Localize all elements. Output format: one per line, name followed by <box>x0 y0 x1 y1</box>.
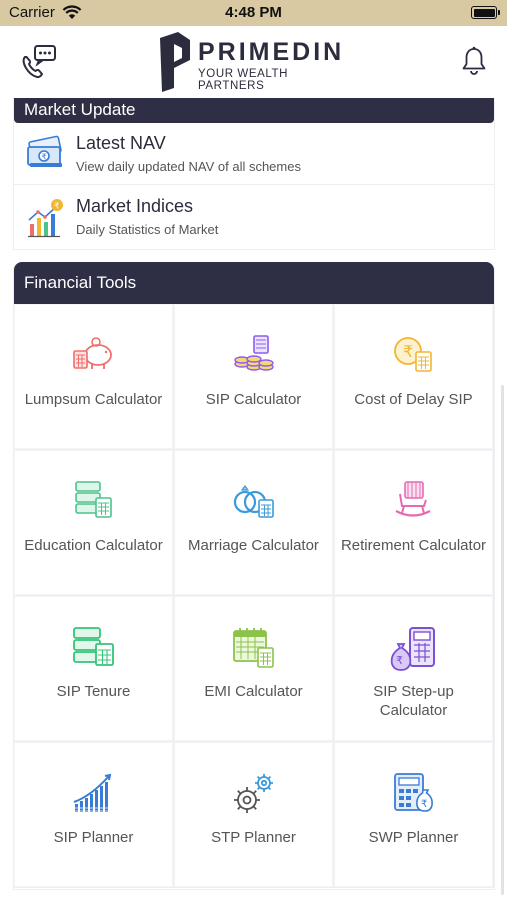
scroll-indicator[interactable] <box>501 385 504 895</box>
tool-label: SIP Step-up Calculator <box>373 683 454 719</box>
tool-label: Cost of Delay SIP <box>354 391 473 408</box>
brand-tagline: YOUR WEALTH PARTNERS <box>198 68 289 92</box>
svg-text:₹: ₹ <box>403 342 413 361</box>
tool-label: Marriage Calculator <box>188 537 319 554</box>
svg-text:₹: ₹ <box>421 799 427 810</box>
market-update-title: Market Update <box>24 100 136 119</box>
coins-icon <box>233 335 274 371</box>
tool-sip-step-up-calculator[interactable]: ₹ SIP Step-up Calculator <box>334 596 494 742</box>
financial-tools-section: Financial Tools Lumpsum Calculator SIP C… <box>13 262 495 890</box>
latest-nav-row[interactable]: ₹ Latest NAV View daily updated NAV of a… <box>14 123 494 185</box>
tools-grid: Lumpsum Calculator SIP Calculator ₹ Cost… <box>14 304 494 888</box>
tool-emi-calculator[interactable]: EMI Calculator <box>174 596 334 742</box>
market-indices-subtitle: Daily Statistics of Market <box>76 222 219 237</box>
app-header: PRIMEDIN YOUR WEALTH PARTNERS <box>0 26 507 98</box>
piggy-bank-icon <box>72 337 112 369</box>
primedin-logo: PRIMEDIN YOUR WEALTH PARTNERS <box>158 30 353 92</box>
tool-stp-planner[interactable]: STP Planner <box>174 742 334 888</box>
chat-phone-icon <box>22 45 56 79</box>
tool-retirement-calculator[interactable]: Retirement Calculator <box>334 450 494 596</box>
svg-text:₹: ₹ <box>54 202 59 211</box>
financial-tools-title: Financial Tools <box>24 273 137 292</box>
rupee-calculator-icon: ₹ <box>393 337 432 372</box>
chat-phone-button[interactable] <box>18 44 58 80</box>
growth-bars-icon <box>73 773 111 812</box>
calendar-calculator-icon <box>232 628 274 668</box>
bar-chart-rupee-icon: ₹ <box>26 198 64 243</box>
gears-icon <box>233 774 273 813</box>
battery-icon <box>471 6 500 19</box>
rings-icon <box>233 485 274 518</box>
svg-text:₹: ₹ <box>42 153 47 162</box>
tool-label: EMI Calculator <box>204 683 303 700</box>
notifications-button[interactable] <box>461 46 487 76</box>
latest-nav-title: Latest NAV <box>76 133 166 153</box>
tool-marriage-calculator[interactable]: Marriage Calculator <box>174 450 334 596</box>
svg-text:₹: ₹ <box>396 654 403 667</box>
logo-mark-icon <box>160 32 190 92</box>
education-calculator-icon <box>74 481 112 518</box>
money-notes-icon: ₹ <box>26 135 64 176</box>
market-update-header: Market Update <box>14 98 494 123</box>
market-indices-row[interactable]: ₹ Market Indices Daily Statistics of Mar… <box>14 186 494 248</box>
market-indices-title: Market Indices <box>76 196 194 216</box>
tenure-calculator-icon <box>72 627 114 666</box>
tool-label: SIP Tenure <box>56 683 131 700</box>
clock: 4:48 PM <box>225 4 282 21</box>
rocking-chair-icon <box>394 481 431 517</box>
status-bar: Carrier 4:48 PM <box>0 0 507 26</box>
tool-lumpsum-calculator[interactable]: Lumpsum Calculator <box>14 304 174 450</box>
brand-name: PRIMEDIN <box>198 38 345 66</box>
tool-label: Education Calculator <box>24 537 163 554</box>
calculator-moneybag-icon: ₹ <box>393 773 433 812</box>
tool-swp-planner[interactable]: ₹ SWP Planner <box>334 742 494 888</box>
tool-sip-planner[interactable]: SIP Planner <box>14 742 174 888</box>
tool-sip-tenure[interactable]: SIP Tenure <box>14 596 174 742</box>
market-update-section: Market Update ₹ Latest NAV View daily up… <box>13 98 495 250</box>
bell-icon <box>462 46 486 75</box>
financial-tools-header: Financial Tools <box>14 262 494 304</box>
tool-label: STP Planner <box>211 829 296 846</box>
tool-label: SWP Planner <box>368 829 459 846</box>
tool-label: Lumpsum Calculator <box>24 391 163 408</box>
tool-education-calculator[interactable]: Education Calculator <box>14 450 174 596</box>
tool-sip-calculator[interactable]: SIP Calculator <box>174 304 334 450</box>
latest-nav-subtitle: View daily updated NAV of all schemes <box>76 159 301 174</box>
tool-label: SIP Calculator <box>205 391 302 408</box>
tool-label: Retirement Calculator <box>340 537 487 554</box>
tool-cost-of-delay-sip[interactable]: ₹ Cost of Delay SIP <box>334 304 494 450</box>
tool-label: SIP Planner <box>53 829 134 846</box>
moneybag-calculator-icon: ₹ <box>390 627 435 671</box>
